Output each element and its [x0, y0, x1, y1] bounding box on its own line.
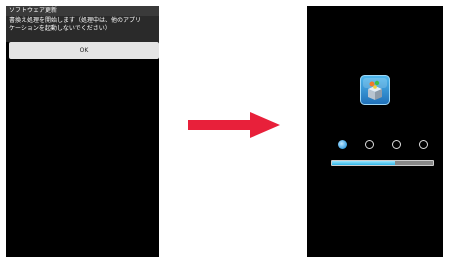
page-indicator-dot-active [338, 140, 347, 149]
dialog-message-line-1: 書換え処理を開始します（処理中は、他のアプリ [9, 17, 142, 24]
ok-button[interactable]: OK [9, 42, 159, 59]
dialog-title: ソフトウェア更新 [6, 6, 159, 16]
page-indicator-dot [365, 140, 374, 149]
page-indicator-dot [392, 140, 401, 149]
dialog-message: 書換え処理を開始します（処理中は、他のアプリ ケーションを起動しないでください） [9, 17, 159, 33]
page-indicator-dot [419, 140, 428, 149]
dialog-message-line-2: ケーションを起動しないでください） [9, 25, 111, 32]
figure: ソフトウェア更新 書換え処理を開始します（処理中は、他のアプリ ケーションを起動… [0, 0, 455, 257]
arrow-right-icon [188, 112, 280, 138]
left-phone-screen: ソフトウェア更新 書換え処理を開始します（処理中は、他のアプリ ケーションを起動… [6, 6, 159, 257]
right-phone-screen [307, 6, 443, 257]
progress-bar-fill [332, 161, 395, 165]
software-update-icon [360, 75, 390, 105]
page-indicator [338, 140, 428, 154]
progress-bar [331, 160, 434, 166]
